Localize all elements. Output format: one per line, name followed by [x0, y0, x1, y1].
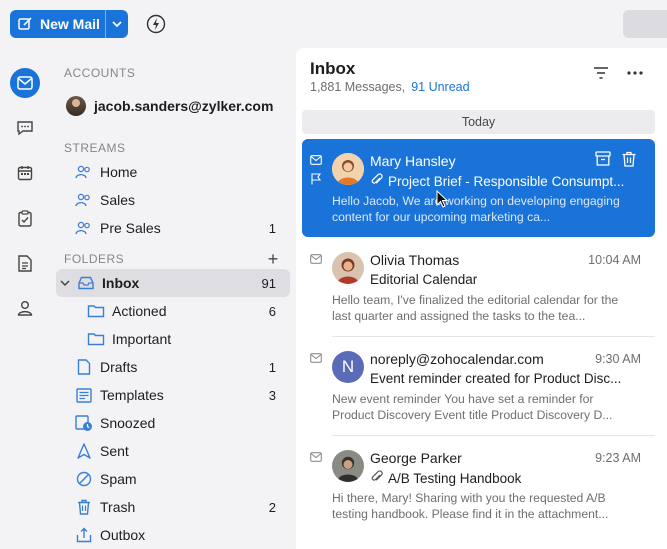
- folder-item-outbox[interactable]: Outbox: [56, 521, 290, 549]
- mail-sender: noreply@zohocalendar.com: [370, 351, 544, 367]
- stream-item-home[interactable]: Home: [56, 158, 290, 186]
- mail-item[interactable]: George Parker 9:23 AM A/B Testing Handbo…: [302, 436, 655, 534]
- avatar: [66, 96, 86, 116]
- outbox-icon: [74, 525, 94, 545]
- flag-icon[interactable]: [310, 173, 322, 185]
- date-group-header: Today: [302, 110, 655, 134]
- snooze-icon: [74, 413, 94, 433]
- stream-item-pre-sales[interactable]: Pre Sales 1: [56, 214, 290, 242]
- folder-item-inbox[interactable]: Inbox 91: [56, 269, 290, 297]
- streams-heading: STREAMS: [64, 141, 126, 155]
- compose-icon: [10, 16, 40, 32]
- mail-item[interactable]: Olivia Thomas 10:04 AM Editorial Calenda…: [302, 238, 655, 336]
- tasks-icon[interactable]: [10, 203, 40, 233]
- accounts-heading: ACCOUNTS: [64, 66, 136, 80]
- messages-count: 1,881 Messages,: [310, 80, 406, 94]
- contacts-icon[interactable]: [10, 293, 40, 323]
- mail-preview: Hello Jacob, We are working on developin…: [332, 194, 620, 224]
- mail-time: 10:04 AM: [588, 253, 641, 267]
- folder-item-actioned[interactable]: Actioned 6: [56, 297, 290, 325]
- spam-icon: [74, 469, 94, 489]
- mail-subject: Project Brief - Responsible Consumpt...: [388, 174, 625, 189]
- mail-preview: Hello team, I've finalized the editorial…: [332, 293, 619, 323]
- new-mail-label: New Mail: [40, 16, 100, 32]
- chevron-down-icon[interactable]: [58, 273, 72, 293]
- folder-item-snoozed[interactable]: Snoozed: [56, 409, 290, 437]
- mail-sender: Olivia Thomas: [370, 252, 460, 268]
- new-mail-button[interactable]: New Mail: [10, 10, 128, 38]
- mail-sender: Mary Hansley: [370, 153, 456, 169]
- sent-icon: [74, 441, 94, 461]
- folder-icon: [86, 329, 106, 349]
- account-email: jacob.sanders@zylker.com: [94, 98, 274, 114]
- notes-icon[interactable]: [10, 248, 40, 278]
- mail-subject: Event reminder created for Product Disc.…: [370, 371, 622, 386]
- mail-time: 9:30 AM: [595, 352, 641, 366]
- mail-app-icon[interactable]: [10, 68, 40, 98]
- envelope-icon: [310, 353, 322, 363]
- folder-item-important[interactable]: Important: [56, 325, 290, 353]
- envelope-icon: [310, 254, 322, 264]
- paperclip-icon: [370, 470, 384, 487]
- folder-item-trash[interactable]: Trash 2: [56, 493, 290, 521]
- envelope-icon: [310, 155, 322, 165]
- folder-item-spam[interactable]: Spam: [56, 465, 290, 493]
- avatar: [332, 450, 364, 482]
- add-folder-icon[interactable]: +: [264, 250, 282, 268]
- group-icon: [74, 162, 94, 182]
- mail-sender: George Parker: [370, 450, 462, 466]
- calendar-icon[interactable]: [10, 158, 40, 188]
- avatar: [332, 252, 364, 284]
- folder-item-sent[interactable]: Sent: [56, 437, 290, 465]
- draft-icon: [74, 357, 94, 377]
- folder-icon: [86, 301, 106, 321]
- unread-count-link[interactable]: 91 Unread: [411, 80, 469, 94]
- more-options-icon[interactable]: [627, 66, 643, 84]
- trash-icon: [74, 497, 94, 517]
- chevron-down-icon[interactable]: [106, 20, 128, 28]
- envelope-icon: [310, 452, 322, 462]
- folders-heading: FOLDERS: [64, 252, 125, 266]
- mail-subject: A/B Testing Handbook: [388, 471, 522, 486]
- mail-time: 9:23 AM: [595, 451, 641, 465]
- archive-icon[interactable]: [595, 151, 611, 172]
- folder-item-drafts[interactable]: Drafts 1: [56, 353, 290, 381]
- inbox-icon: [76, 273, 96, 293]
- bolt-icon[interactable]: [146, 14, 166, 34]
- mail-item[interactable]: N noreply@zohocalendar.com 9:30 AM Event…: [302, 337, 655, 435]
- top-right-control[interactable]: [623, 10, 667, 38]
- top-bar: New Mail: [0, 0, 667, 48]
- group-icon: [74, 190, 94, 210]
- inbox-meta: 1,881 Messages, 91 Unread: [310, 80, 470, 94]
- stream-item-sales[interactable]: Sales: [56, 186, 290, 214]
- avatar: N: [332, 351, 364, 383]
- page-title: Inbox: [310, 59, 356, 78]
- template-icon: [74, 385, 94, 405]
- mail-subject: Editorial Calendar: [370, 272, 478, 287]
- account-item[interactable]: jacob.sanders@zylker.com: [66, 96, 273, 116]
- mail-preview: Hi there, Mary! Sharing with you the req…: [332, 491, 609, 521]
- group-icon: [74, 218, 94, 238]
- paperclip-icon: [370, 173, 384, 190]
- trash-icon[interactable]: [621, 151, 637, 172]
- filter-icon[interactable]: [593, 66, 609, 84]
- chat-icon[interactable]: [10, 113, 40, 143]
- avatar: [332, 153, 364, 185]
- folder-item-templates[interactable]: Templates 3: [56, 381, 290, 409]
- mail-list-pane: Inbox 1,881 Messages, 91 Unread Today Mar…: [296, 48, 667, 549]
- mouse-cursor-icon: [436, 189, 449, 213]
- mail-item-selected[interactable]: Mary Hansley Project Brief - Responsible…: [302, 139, 655, 237]
- mail-preview: New event reminder You have set a remind…: [332, 392, 613, 422]
